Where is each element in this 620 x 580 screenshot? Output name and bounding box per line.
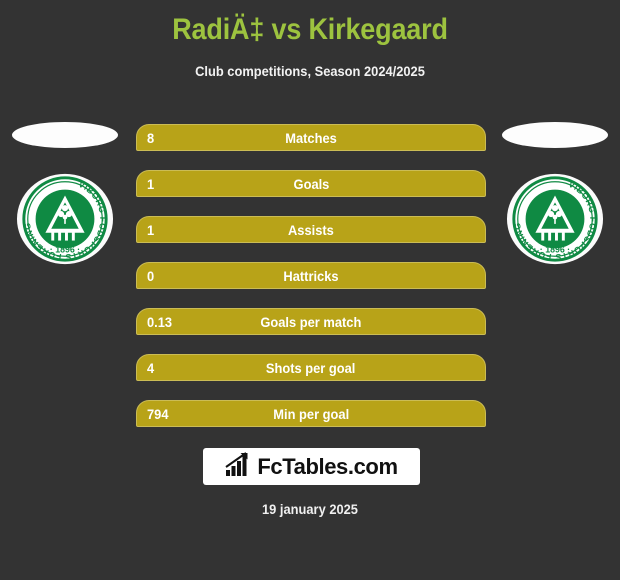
stat-label: Shots per goal bbox=[266, 360, 356, 376]
page-subtitle: Club competitions, Season 2024/2025 bbox=[195, 63, 425, 79]
stat-row-assists: 1 Assists bbox=[136, 216, 486, 243]
viborg-ff-badge-icon: VIBORG FODSPORTS FORENING · 1896 · bbox=[16, 170, 114, 268]
bar-chart-arrow-icon bbox=[225, 451, 253, 482]
stat-label: Goals per match bbox=[260, 314, 362, 330]
flag-ellipse-icon bbox=[502, 122, 608, 148]
stat-row-goals-per-match: 0.13 Goals per match bbox=[136, 308, 486, 335]
svg-text:· 1896 ·: · 1896 · bbox=[50, 244, 80, 254]
stat-row-matches: 8 Matches bbox=[136, 124, 486, 151]
left-team-panel: VIBORG FODSPORTS FORENING · 1896 · bbox=[0, 118, 130, 278]
stat-label: Matches bbox=[285, 130, 337, 146]
stat-row-shots-per-goal: 4 Shots per goal bbox=[136, 354, 486, 381]
page-title: RadiÄ‡ vs Kirkegaard bbox=[172, 13, 448, 46]
stat-row-min-per-goal: 794 Min per goal bbox=[136, 400, 486, 427]
svg-text:· 1896 ·: · 1896 · bbox=[540, 244, 570, 254]
stat-label: Assists bbox=[288, 222, 334, 238]
footer-date: 19 january 2025 bbox=[262, 501, 358, 517]
viborg-ff-badge-icon: VIBORG FODSPORTS FORENING · 1896 · bbox=[506, 170, 604, 268]
stat-row-goals: 1 Goals bbox=[136, 170, 486, 197]
fctables-logo-text: FcTables.com bbox=[257, 453, 398, 479]
stat-label: Hattricks bbox=[283, 268, 339, 284]
stat-row-hattricks: 0 Hattricks bbox=[136, 262, 486, 289]
stats-list: 8 Matches 1 Goals 1 Assists 0 Hattricks … bbox=[136, 124, 486, 427]
fctables-logo[interactable]: FcTables.com bbox=[203, 448, 420, 485]
flag-ellipse-icon bbox=[12, 122, 118, 148]
stat-label: Min per goal bbox=[273, 406, 349, 422]
comparison-graphic: RadiÄ‡ vs Kirkegaard Club competitions, … bbox=[0, 0, 620, 580]
right-team-panel: VIBORG FODSPORTS FORENING · 1896 · bbox=[490, 118, 620, 278]
stat-label: Goals bbox=[293, 176, 329, 192]
